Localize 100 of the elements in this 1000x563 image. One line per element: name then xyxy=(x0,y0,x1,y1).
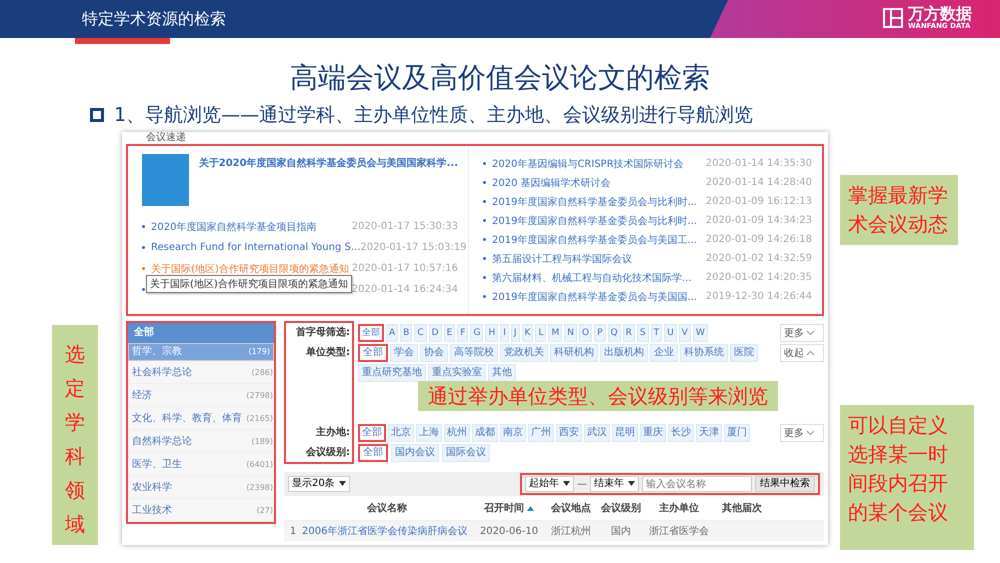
category-item[interactable]: 哲学、宗教 (179) xyxy=(128,343,274,361)
filter-chip[interactable]: M xyxy=(548,324,562,342)
category-item[interactable]: 医学、卫生 (6401) xyxy=(128,453,274,476)
filter-chip[interactable]: 成都 xyxy=(472,424,498,442)
news-date: 2020-01-09 14:26:18 xyxy=(706,234,812,245)
filter-chip[interactable]: 上海 xyxy=(416,424,442,442)
filter-chip[interactable]: 协会 xyxy=(420,344,448,362)
category-item[interactable]: 工业技术 (27) xyxy=(128,499,274,522)
news-link[interactable]: 2019年度国家自然科学基金委员会与美国工... xyxy=(492,232,697,246)
logo-text: 万方数据 xyxy=(908,6,972,22)
filter-chip[interactable]: O xyxy=(578,324,592,342)
filter-chip[interactable]: 企业 xyxy=(650,344,678,362)
news-link[interactable]: Research Fund for International Young S... xyxy=(151,242,360,253)
filter-chip[interactable]: L xyxy=(535,324,546,342)
section-title: 特定学术资源的检索 xyxy=(82,8,226,30)
category-item[interactable]: 经济 (2798) xyxy=(128,384,274,407)
column-header[interactable]: 会议地点 xyxy=(546,501,596,515)
category-item[interactable]: 自然科学总论 (189) xyxy=(128,430,274,453)
filter-chip[interactable]: C xyxy=(414,324,427,342)
filter-chip[interactable]: 杭州 xyxy=(444,424,470,442)
column-header[interactable]: 会议名称 xyxy=(302,501,472,515)
filter-chip[interactable]: A xyxy=(386,324,398,342)
toggle-button[interactable]: 收起 xyxy=(780,344,824,362)
news-link[interactable]: 2020年基因编辑与CRISPR技术国际研讨会 xyxy=(492,156,684,170)
filter-chip[interactable]: 重庆 xyxy=(640,424,666,442)
filter-chip[interactable]: U xyxy=(664,324,677,342)
filter-chip[interactable]: 广州 xyxy=(528,424,554,442)
news-date: 2020-01-02 14:20:35 xyxy=(706,272,812,283)
news-link[interactable]: 第五届设计工程与科学国际会议 xyxy=(492,252,632,266)
category-item[interactable]: 农业科学 (2398) xyxy=(128,476,274,499)
filter-chip[interactable]: N xyxy=(564,324,577,342)
filter-chip[interactable]: 北京 xyxy=(388,424,414,442)
filter-chip[interactable]: 全部 xyxy=(358,324,384,342)
featured-news-link[interactable]: 关于2020年度国家自然科学基金委员会与美国国家科学... xyxy=(198,156,458,206)
filter-chip[interactable]: G xyxy=(470,324,484,342)
filter-chip[interactable]: 西安 xyxy=(556,424,582,442)
column-header[interactable]: 召开时间 xyxy=(472,501,546,515)
filter-chip[interactable]: 党政机关 xyxy=(500,344,548,362)
filter-chip[interactable]: D xyxy=(428,324,442,342)
news-date: 2020-01-17 15:30:33 xyxy=(352,221,458,232)
filter-chip[interactable]: Q xyxy=(608,324,621,342)
filter-chip[interactable]: 武汉 xyxy=(584,424,610,442)
filter-chip[interactable]: W xyxy=(692,324,708,342)
filter-chip[interactable]: 科研机构 xyxy=(550,344,598,362)
filter-chip[interactable]: 全部 xyxy=(358,424,386,442)
filter-chip[interactable]: 全部 xyxy=(358,444,388,462)
toggle-button[interactable]: 更多 xyxy=(780,324,824,342)
filter-chip[interactable]: 重点实验室 xyxy=(428,364,486,382)
filter-chip[interactable]: 出版机构 xyxy=(600,344,648,362)
filter-chip[interactable]: T xyxy=(650,324,662,342)
filter-chip[interactable]: P xyxy=(594,324,606,342)
filter-chip[interactable]: 长沙 xyxy=(668,424,694,442)
filter-chip[interactable]: 科协系统 xyxy=(680,344,728,362)
column-header[interactable]: 主办单位 xyxy=(646,501,712,515)
news-link[interactable]: 2019年度国家自然科学基金委员会与美国国... xyxy=(492,290,697,304)
filter-chip[interactable]: S xyxy=(636,324,649,342)
filter-chip[interactable]: V xyxy=(678,324,691,342)
filter-chip[interactable]: 昆明 xyxy=(612,424,638,442)
start-year-select[interactable]: 起始年 xyxy=(525,476,574,492)
filter-chip[interactable]: J xyxy=(510,324,520,342)
news-link[interactable]: 关于国际(地区)合作研究项目限项的紧急通知 xyxy=(151,262,349,276)
filter-chip[interactable]: 全部 xyxy=(358,344,388,362)
conference-link[interactable]: 2006年浙江省医学会传染病肝病会议 xyxy=(302,524,472,538)
news-date: 2020-01-02 14:32:59 xyxy=(706,253,812,264)
news-link[interactable]: 2019年度国家自然科学基金委员会与比利时... xyxy=(492,194,697,208)
category-item[interactable]: 社会科学总论 (286) xyxy=(128,361,274,384)
filter-chip[interactable]: 医院 xyxy=(730,344,758,362)
filter-chip[interactable]: 国际会议 xyxy=(442,444,490,462)
bullet-dot-icon xyxy=(483,181,486,184)
bullet-dot-icon xyxy=(483,276,486,279)
search-button[interactable]: 结果中检索 xyxy=(755,476,815,492)
column-header[interactable]: 会议级别 xyxy=(596,501,646,515)
filter-chip[interactable]: 天津 xyxy=(696,424,722,442)
news-link[interactable]: 2019年度国家自然科学基金委员会与比利时... xyxy=(492,214,697,228)
category-item[interactable]: 文化、科学、教育、体育 (2165) xyxy=(128,407,274,430)
news-link[interactable]: 第六届材料、机械工程与自动化技术国际学... xyxy=(492,270,692,284)
filter-chip[interactable]: 国内会议 xyxy=(391,444,439,462)
filter-chip[interactable]: K xyxy=(522,324,534,342)
filter-chip[interactable]: H xyxy=(485,324,498,342)
page-size-select[interactable]: 显示20条 xyxy=(288,476,350,492)
filter-chip[interactable]: 厦门 xyxy=(724,424,750,442)
filter-chip[interactable]: 其他 xyxy=(488,364,516,382)
filter-chip[interactable]: 南京 xyxy=(500,424,526,442)
filter-chip[interactable]: R xyxy=(622,324,635,342)
column-header[interactable]: 其他届次 xyxy=(712,501,772,515)
end-year-select[interactable]: 结束年 xyxy=(590,476,639,492)
filter-chip[interactable]: 重点研究基地 xyxy=(358,364,426,382)
filter-chip[interactable]: F xyxy=(457,324,468,342)
news-link[interactable]: 2020年度国家自然科学基金项目指南 xyxy=(151,220,316,234)
filter-chip[interactable]: E xyxy=(444,324,456,342)
filter-chip[interactable]: I xyxy=(500,324,509,342)
filter-chip[interactable]: 高等院校 xyxy=(450,344,498,362)
filter-chip[interactable]: 学会 xyxy=(390,344,418,362)
filter-chip[interactable]: B xyxy=(400,324,412,342)
search-field[interactable]: 输入会议名称 xyxy=(642,476,752,492)
bullet-dot-icon xyxy=(142,267,145,270)
category-header[interactable]: 全部 xyxy=(128,323,274,343)
news-link[interactable]: 2020 基因编辑学术研讨会 xyxy=(492,176,611,190)
toggle-button[interactable]: 更多 xyxy=(780,424,824,442)
news-date: 2020-01-17 15:03:19 xyxy=(360,242,467,253)
